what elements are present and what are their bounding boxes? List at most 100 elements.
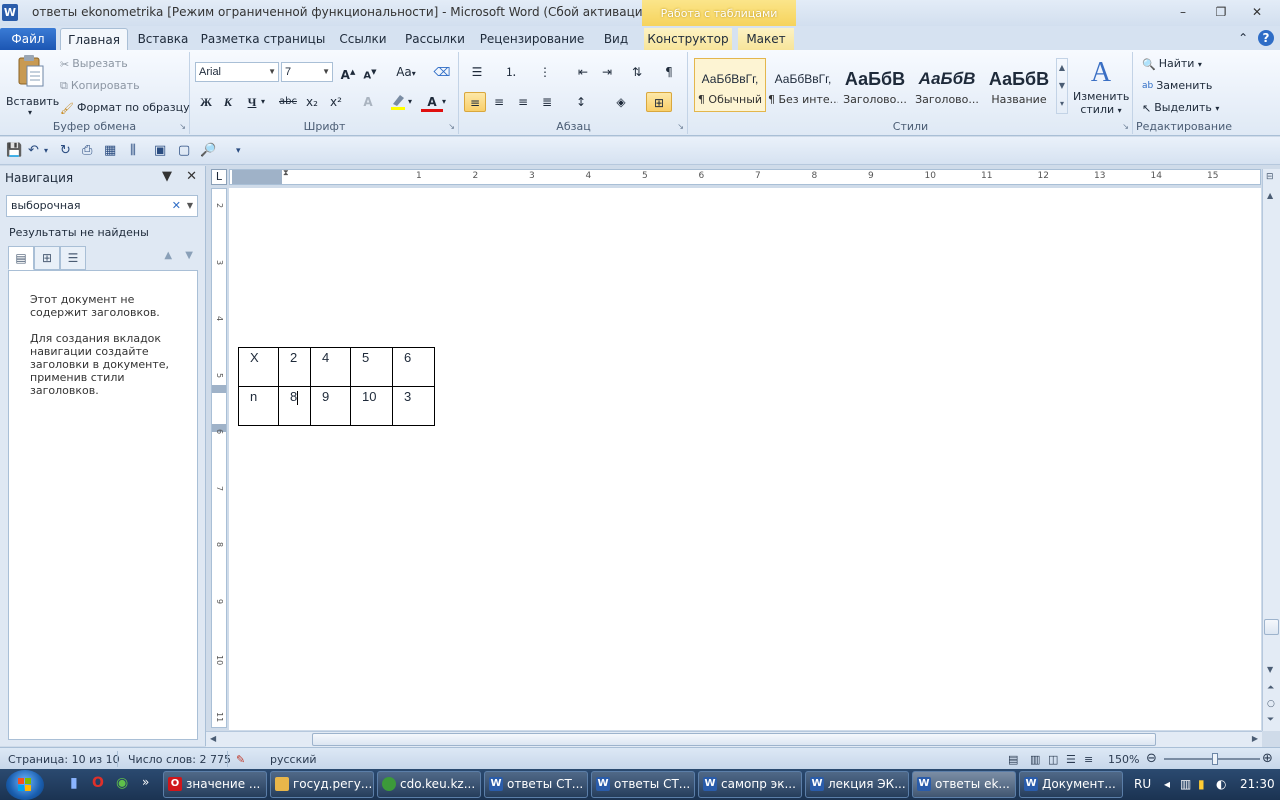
ruler-toggle-icon[interactable]: ⊟	[1266, 172, 1274, 182]
font-color-dropdown-icon[interactable]: ▾	[439, 92, 449, 112]
full-screen-icon[interactable]: ▥	[1030, 753, 1040, 766]
change-styles-button[interactable]: A Изменить стили ▾	[1073, 56, 1129, 116]
proofing-icon[interactable]: ✎	[236, 753, 245, 766]
horizontal-scroll-thumb[interactable]	[312, 733, 1156, 746]
tab-mailings[interactable]: Рассылки	[400, 28, 470, 50]
zoom-in-icon[interactable]: ⊕	[1262, 751, 1273, 766]
web-layout-icon[interactable]: ◫	[1048, 753, 1058, 766]
volume-icon[interactable]: ◐	[1216, 769, 1226, 800]
paste-button[interactable]: Вставить ▾	[6, 54, 59, 117]
table-cell[interactable]: n	[238, 386, 279, 426]
vertical-scrollbar[interactable]: ⊟ ▲ ▼ ⏶ ○ ⏷	[1262, 169, 1280, 731]
multilevel-list-icon[interactable]: ⋮	[534, 62, 556, 82]
show-desktop-icon[interactable]: ▮	[70, 775, 78, 791]
text-effects-icon[interactable]: A	[357, 92, 379, 112]
align-center-icon[interactable]: ≡	[488, 92, 510, 112]
language-bar[interactable]: RU	[1134, 769, 1151, 800]
picture-icon[interactable]: ▣	[154, 143, 166, 158]
help-icon[interactable]: ?	[1258, 30, 1274, 46]
vertical-ruler[interactable]: 2 3 4 5 6 7 8 9 10 11	[211, 188, 227, 728]
print-icon[interactable]: ⎙	[82, 143, 92, 158]
tab-review[interactable]: Рецензирование	[478, 28, 586, 50]
align-right-icon[interactable]: ≡	[512, 92, 534, 112]
shading-icon[interactable]: ◈	[610, 92, 632, 112]
table-cell[interactable]: 3	[392, 386, 435, 426]
underline-dropdown-icon[interactable]: ▾	[257, 92, 269, 112]
italic-button[interactable]: К	[217, 92, 239, 112]
table-icon[interactable]: ▦	[104, 143, 116, 158]
tab-table-layout[interactable]: Макет	[738, 28, 794, 50]
sort-icon[interactable]: ⇅	[626, 62, 648, 82]
tab-references[interactable]: Ссылки	[334, 28, 392, 50]
redo-icon[interactable]: ↻	[60, 143, 71, 158]
increase-indent-icon[interactable]: ⇥	[596, 62, 618, 82]
scroll-up-icon[interactable]: ▲	[1267, 191, 1273, 200]
close-button[interactable]: ✕	[1242, 3, 1272, 21]
horizontal-ruler[interactable]: ⧗ 1 2 3 4 5 6 7 8 9 10 11 12 13 14 15 16…	[229, 168, 1275, 185]
scroll-left-icon[interactable]: ◀	[210, 734, 216, 743]
undo-dropdown-icon[interactable]: ▾	[44, 146, 48, 155]
taskbar-item[interactable]: Oзначение ...	[163, 771, 267, 798]
grow-font-button[interactable]: A▲	[337, 62, 359, 82]
page-icon[interactable]: ▢	[178, 143, 190, 158]
tab-home[interactable]: Главная	[60, 28, 128, 50]
restore-button[interactable]: ❐	[1206, 3, 1236, 21]
bullets-icon[interactable]: ☰	[466, 62, 488, 82]
table-cell[interactable]: 9	[310, 386, 351, 426]
format-painter-button[interactable]: 🖌 Формат по образцу	[60, 101, 190, 115]
table-cell-active[interactable]: 8	[278, 386, 311, 426]
next-page-icon[interactable]: ⏷	[1267, 715, 1274, 725]
clock[interactable]: 21:30	[1240, 769, 1275, 800]
table-cell[interactable]: 10	[350, 386, 393, 426]
zoom-out-icon[interactable]: ⊖	[1146, 751, 1157, 766]
decrease-indent-icon[interactable]: ⇤	[572, 62, 594, 82]
style-no-spacing[interactable]: АаБбВвГг, ¶ Без инте...	[767, 58, 839, 112]
style-heading-1[interactable]: АаБбВ Заголово...	[839, 58, 911, 112]
scroll-right-icon[interactable]: ▶	[1252, 734, 1258, 743]
results-view-icon[interactable]: ☰	[60, 246, 86, 270]
chrome-icon[interactable]: ◉	[116, 775, 128, 791]
align-left-icon[interactable]: ≡	[464, 92, 486, 112]
taskbar-item[interactable]: Wсамопр эк...	[698, 771, 802, 798]
close-pane-icon[interactable]: ✕	[186, 169, 197, 184]
tray-show-hidden-icon[interactable]: ◂	[1164, 769, 1170, 800]
minimize-button[interactable]: –	[1168, 3, 1198, 21]
style-normal[interactable]: АаБбВвГг, ¶ Обычный	[694, 58, 766, 112]
font-size-combo[interactable]: 7 ▼	[281, 62, 333, 82]
opera-icon[interactable]: O	[92, 775, 104, 791]
outline-icon[interactable]: ☰	[1066, 753, 1076, 766]
tab-table-design[interactable]: Конструктор	[644, 28, 732, 50]
tab-insert[interactable]: Вставка	[134, 28, 192, 50]
justify-icon[interactable]: ≣	[536, 92, 558, 112]
taskbar-item-active[interactable]: Wответы ek...	[912, 771, 1016, 798]
select-button[interactable]: ↖ Выделить ▾	[1142, 101, 1219, 115]
replace-button[interactable]: ab Заменить	[1142, 79, 1212, 92]
style-title[interactable]: АаБбВ Название	[983, 58, 1055, 112]
table-cell[interactable]: 6	[392, 347, 435, 387]
taskbar-item[interactable]: госуд.регу...	[270, 771, 374, 798]
table-cell[interactable]: 5	[350, 347, 393, 387]
word-logo-icon[interactable]: W	[2, 4, 18, 21]
document-page[interactable]: X 2 4 5 6 n 8 9 10 3	[229, 188, 1261, 730]
network-icon[interactable]: ▥	[1180, 769, 1191, 800]
print-layout-icon[interactable]: ▤	[1008, 753, 1018, 766]
copy-button[interactable]: ⧉ Копировать	[60, 79, 140, 93]
document-table[interactable]: X 2 4 5 6 n 8 9 10 3	[238, 347, 435, 426]
zoom-level[interactable]: 150%	[1108, 753, 1139, 766]
scroll-down-icon[interactable]: ▼	[1267, 665, 1273, 674]
styles-scroll[interactable]: ▲ ▼ ▾	[1056, 58, 1068, 114]
pane-options-icon[interactable]: ▼	[162, 169, 172, 184]
line-spacing-icon[interactable]: ↕	[570, 92, 592, 112]
paragraph-launcher-icon[interactable]: ↘	[677, 122, 684, 131]
navigation-search-input[interactable]: выборочная ✕ ▼	[6, 195, 198, 217]
indent-marker-icon[interactable]: ⧗	[283, 168, 289, 178]
taskbar-item[interactable]: Wлекция ЭК...	[805, 771, 909, 798]
clear-search-icon[interactable]: ✕	[172, 196, 181, 216]
bold-button[interactable]: Ж	[195, 92, 217, 112]
search-options-icon[interactable]: ▼	[187, 196, 193, 216]
customize-qat-icon[interactable]: ▾	[236, 146, 241, 156]
columns-icon[interactable]: ⫼	[130, 143, 136, 158]
font-launcher-icon[interactable]: ↘	[448, 122, 455, 131]
show-marks-button[interactable]: ¶	[658, 62, 680, 82]
table-cell[interactable]: X	[238, 347, 279, 387]
